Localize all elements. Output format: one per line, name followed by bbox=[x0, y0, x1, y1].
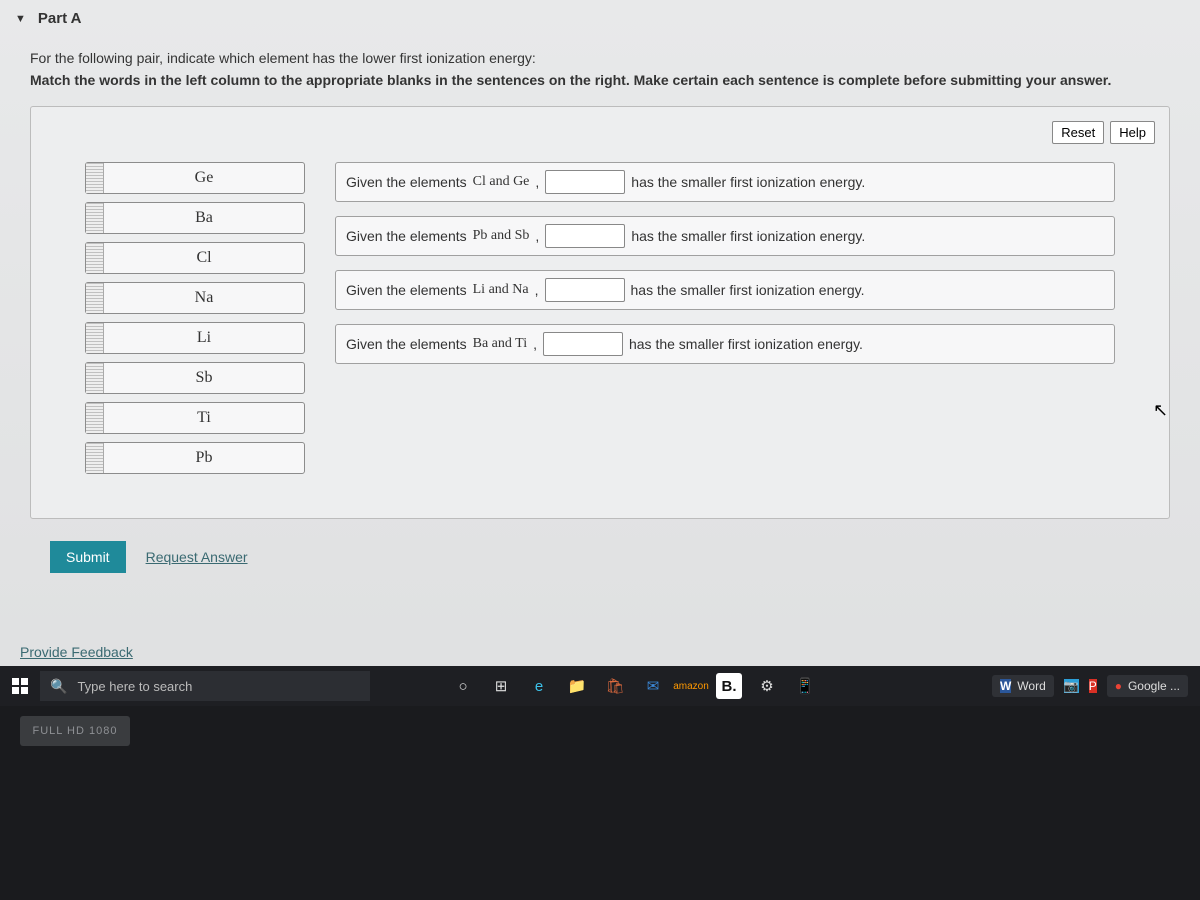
edge-icon[interactable]: e bbox=[526, 673, 552, 699]
task-view-icon[interactable]: ⊞ bbox=[488, 673, 514, 699]
settings-icon[interactable]: ⚙ bbox=[754, 673, 780, 699]
sentence-row: Given the elements Li and Na, has the sm… bbox=[335, 270, 1115, 310]
sentence-row: Given the elements Pb and Sb, has the sm… bbox=[335, 216, 1115, 256]
sentence-row: Given the elements Ba and Ti, has the sm… bbox=[335, 324, 1115, 364]
search-icon: 🔍 bbox=[50, 678, 67, 695]
drag-handle-icon bbox=[86, 163, 104, 193]
powerpoint-icon[interactable]: P bbox=[1089, 679, 1097, 693]
drag-handle-icon bbox=[86, 443, 104, 473]
monitor-bezel: FULL HD 1080 bbox=[0, 706, 1200, 900]
word-item-pb[interactable]: Pb bbox=[85, 442, 305, 474]
part-header[interactable]: ▼ Part A bbox=[0, 0, 1200, 37]
word-label: Ge bbox=[104, 163, 304, 193]
word-bank: Ge Ba Cl Na Li bbox=[85, 162, 305, 474]
word-app-button[interactable]: W Word bbox=[992, 675, 1054, 697]
cortana-icon[interactable]: ○ bbox=[450, 673, 476, 699]
activity-area: Reset Help Ge Ba Cl Na bbox=[30, 106, 1170, 519]
search-input[interactable]: 🔍 Type here to search bbox=[40, 671, 370, 701]
sentence-prefix: Given the elements bbox=[346, 282, 467, 298]
instructions: For the following pair, indicate which e… bbox=[0, 37, 1200, 92]
sentence-suffix: has the smaller first ionization energy. bbox=[631, 228, 865, 244]
sentence-suffix: has the smaller first ionization energy. bbox=[629, 336, 863, 352]
drag-handle-icon bbox=[86, 323, 104, 353]
drop-slot[interactable] bbox=[543, 332, 623, 356]
collapse-icon: ▼ bbox=[15, 13, 26, 25]
phone-icon[interactable]: 📱 bbox=[792, 673, 818, 699]
sentence-suffix: has the smaller first ionization energy. bbox=[631, 282, 865, 298]
word-label: Ti bbox=[104, 403, 304, 433]
reset-button[interactable]: Reset bbox=[1052, 121, 1104, 144]
word-item-sb[interactable]: Sb bbox=[85, 362, 305, 394]
word-item-ge[interactable]: Ge bbox=[85, 162, 305, 194]
word-label: Li bbox=[104, 323, 304, 353]
sentence-list: Given the elements Cl and Ge, has the sm… bbox=[335, 162, 1115, 474]
drop-slot[interactable] bbox=[545, 224, 625, 248]
drop-slot[interactable] bbox=[545, 170, 625, 194]
amazon-icon[interactable]: amazon bbox=[678, 673, 704, 699]
sentence-row: Given the elements Cl and Ge, has the sm… bbox=[335, 162, 1115, 202]
sentence-suffix: has the smaller first ionization energy. bbox=[631, 174, 865, 190]
word-item-ti[interactable]: Ti bbox=[85, 402, 305, 434]
word-label: Ba bbox=[104, 203, 304, 233]
taskbar-center-icons: ○ ⊞ e 📁 🛍 ✉ amazon B. ⚙ 📱 bbox=[450, 673, 818, 699]
word-item-na[interactable]: Na bbox=[85, 282, 305, 314]
word-label: Pb bbox=[104, 443, 304, 473]
taskbar: 🔍 Type here to search ○ ⊞ e 📁 🛍 ✉ amazon… bbox=[0, 666, 1200, 706]
google-app-button[interactable]: ● Google ... bbox=[1107, 675, 1188, 697]
google-label: Google ... bbox=[1128, 679, 1180, 693]
top-controls: Reset Help bbox=[45, 121, 1155, 144]
word-label: Word bbox=[1017, 679, 1045, 693]
drag-handle-icon bbox=[86, 403, 104, 433]
drag-handle-icon bbox=[86, 203, 104, 233]
start-button[interactable] bbox=[0, 678, 40, 694]
windows-icon bbox=[12, 678, 28, 694]
element-pair: Pb and Sb bbox=[473, 228, 530, 244]
element-pair: Li and Na bbox=[473, 282, 529, 298]
word-item-cl[interactable]: Cl bbox=[85, 242, 305, 274]
drop-slot[interactable] bbox=[545, 278, 625, 302]
submit-button[interactable]: Submit bbox=[50, 541, 126, 573]
store-icon[interactable]: 🛍 bbox=[602, 673, 628, 699]
drag-handle-icon bbox=[86, 363, 104, 393]
app-b-icon[interactable]: B. bbox=[716, 673, 742, 699]
request-answer-link[interactable]: Request Answer bbox=[146, 549, 248, 565]
word-label: Na bbox=[104, 283, 304, 313]
provide-feedback-link[interactable]: Provide Feedback bbox=[20, 644, 133, 660]
element-pair: Cl and Ge bbox=[473, 174, 530, 190]
element-pair: Ba and Ti bbox=[473, 336, 527, 352]
sentence-prefix: Given the elements bbox=[346, 228, 467, 244]
mail-icon[interactable]: ✉ bbox=[640, 673, 666, 699]
word-item-ba[interactable]: Ba bbox=[85, 202, 305, 234]
submit-row: Submit Request Answer bbox=[0, 519, 1200, 573]
camera-icon[interactable]: 📷 bbox=[1064, 679, 1079, 693]
drag-handle-icon bbox=[86, 243, 104, 273]
word-icon: W bbox=[1000, 679, 1011, 693]
monitor-sticker: FULL HD 1080 bbox=[20, 716, 130, 746]
file-explorer-icon[interactable]: 📁 bbox=[564, 673, 590, 699]
word-label: Cl bbox=[104, 243, 304, 273]
sentence-prefix: Given the elements bbox=[346, 336, 467, 352]
word-label: Sb bbox=[104, 363, 304, 393]
taskbar-right: W Word 📷 P ● Google ... bbox=[992, 675, 1200, 697]
instruction-line-2: Match the words in the left column to th… bbox=[30, 69, 1170, 91]
search-placeholder: Type here to search bbox=[77, 679, 192, 694]
word-item-li[interactable]: Li bbox=[85, 322, 305, 354]
chrome-icon: ● bbox=[1115, 679, 1122, 693]
part-title: Part A bbox=[38, 10, 82, 27]
sentence-prefix: Given the elements bbox=[346, 174, 467, 190]
instruction-line-1: For the following pair, indicate which e… bbox=[30, 47, 1170, 69]
drag-handle-icon bbox=[86, 283, 104, 313]
help-button[interactable]: Help bbox=[1110, 121, 1155, 144]
